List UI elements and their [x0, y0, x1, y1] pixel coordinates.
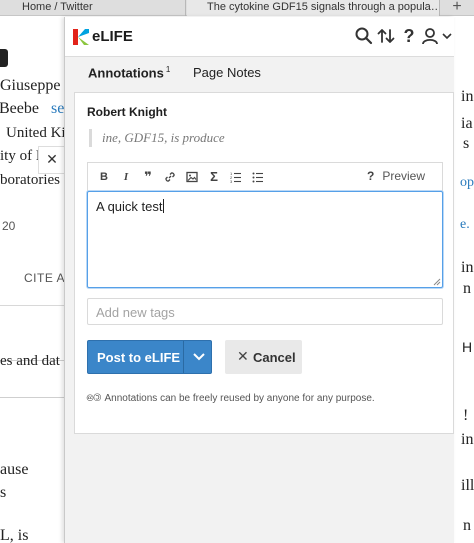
annotation-card: Robert Knight ine, GDF15, is produce B I… — [74, 92, 454, 434]
browser-tab-article[interactable]: The cytokine GDF15 signals through a pop… — [187, 0, 440, 16]
article-text: ! — [463, 407, 469, 424]
italic-icon[interactable]: I — [118, 169, 134, 185]
cancel-button[interactable]: ✕ Cancel — [225, 340, 302, 374]
browser-tab-twitter[interactable]: Home / Twitter — [0, 0, 186, 16]
resize-handle-icon[interactable] — [433, 278, 441, 286]
elife-logo-icon — [73, 29, 89, 45]
article-text: s — [0, 484, 7, 501]
tags-input-field[interactable]: Add new tags — [87, 298, 443, 325]
new-tab-button[interactable]: + — [440, 0, 474, 16]
license-text[interactable]: Annotations can be freely reused by anyo… — [104, 393, 374, 404]
article-text: es and dat — [0, 353, 60, 369]
preview-toggle[interactable]: ? Preview — [367, 169, 425, 183]
article-text: s — [463, 135, 470, 152]
preview-label: Preview — [382, 169, 426, 183]
page-menu-handle[interactable] — [0, 49, 8, 67]
annotation-quote: ine, GDF15, is produce — [89, 129, 225, 147]
article-text: Giuseppe — [0, 77, 61, 94]
button-divider — [183, 341, 184, 373]
bold-icon[interactable]: B — [96, 169, 112, 185]
article-text: United Kin — [6, 125, 64, 141]
image-icon[interactable] — [184, 169, 200, 185]
sidebar-top-bar: eLIFE ? — [65, 17, 454, 57]
article-text: in — [461, 259, 474, 276]
bullet-list-icon[interactable] — [250, 169, 266, 185]
close-icon[interactable]: ✕ — [38, 146, 66, 174]
license-notice: 🅭🄯 Annotations can be freely reused by an… — [87, 389, 375, 405]
text-cursor — [163, 199, 165, 213]
math-icon[interactable]: Σ — [206, 169, 222, 185]
link-icon[interactable] — [162, 169, 178, 185]
sort-icon[interactable] — [376, 26, 396, 46]
article-text: in — [461, 88, 474, 105]
chevron-down-icon[interactable] — [192, 352, 206, 362]
article-text: ia — [461, 115, 473, 132]
article-text: H — [462, 339, 473, 355]
annotation-count: 1 — [165, 65, 171, 74]
article-text: in — [461, 431, 474, 448]
article-text: Beebe — [0, 100, 39, 117]
brand-name: eLIFE — [92, 28, 133, 45]
markdown-toolbar: B I ❞ Σ 123 ? Preview — [87, 162, 443, 191]
article-text: n — [463, 280, 471, 297]
svg-text:3: 3 — [230, 179, 233, 183]
help-icon[interactable]: ? — [399, 26, 419, 46]
search-icon[interactable] — [354, 26, 374, 46]
tags-placeholder: Add new tags — [96, 305, 175, 320]
tab-label: Page Notes — [193, 65, 261, 80]
article-page-right: in ia s ope e. in n H ! in ill n — [454, 17, 474, 543]
article-page-left: Giuseppe Beebe se United Kin ity of N bo… — [0, 17, 64, 543]
article-text: n — [463, 517, 471, 534]
sidebar-tabs: Annotations 1 Page Notes — [65, 57, 454, 89]
divider — [0, 305, 64, 306]
quote-icon[interactable]: ❞ — [140, 169, 156, 185]
cancel-button-label: Cancel — [253, 350, 296, 365]
user-icon[interactable] — [420, 26, 440, 46]
article-text: boratories — [0, 172, 60, 188]
tab-label: Annotations — [88, 65, 164, 81]
article-text: 20 — [2, 219, 16, 233]
article-link[interactable]: se — [51, 100, 64, 118]
article-text: ill — [461, 477, 474, 494]
annotation-sidebar: eLIFE ? Annotations 1 Page Notes Robert K… — [64, 17, 454, 543]
tab-annotations[interactable]: Annotations 1 — [88, 65, 170, 80]
article-link[interactable]: ope — [460, 175, 474, 191]
tab-page-notes[interactable]: Page Notes — [193, 65, 261, 80]
chevron-down-icon[interactable] — [441, 26, 453, 46]
article-text: L, is — [0, 527, 29, 543]
preview-help-icon: ? — [367, 169, 375, 183]
post-button[interactable]: Post to eLIFE — [87, 340, 212, 374]
browser-tab-label: Home / Twitter — [22, 1, 93, 13]
article-link[interactable]: e. — [460, 217, 470, 233]
article-text: ause — [0, 461, 29, 478]
annotation-author[interactable]: Robert Knight — [87, 105, 167, 119]
browser-tab-strip: Home / Twitter The cytokine GDF15 signal… — [0, 0, 474, 16]
close-icon: ✕ — [237, 348, 249, 364]
cite-as-link[interactable]: CITE AS — [24, 271, 64, 285]
browser-tab-label: The cytokine GDF15 signals through a pop… — [207, 1, 440, 13]
annotation-textarea[interactable]: A quick test — [87, 191, 443, 288]
annotation-text: A quick test — [96, 199, 165, 214]
post-button-label: Post to eLIFE — [97, 350, 181, 365]
cc-icon: 🅭🄯 — [87, 393, 102, 404]
numbered-list-icon[interactable]: 123 — [228, 169, 244, 185]
